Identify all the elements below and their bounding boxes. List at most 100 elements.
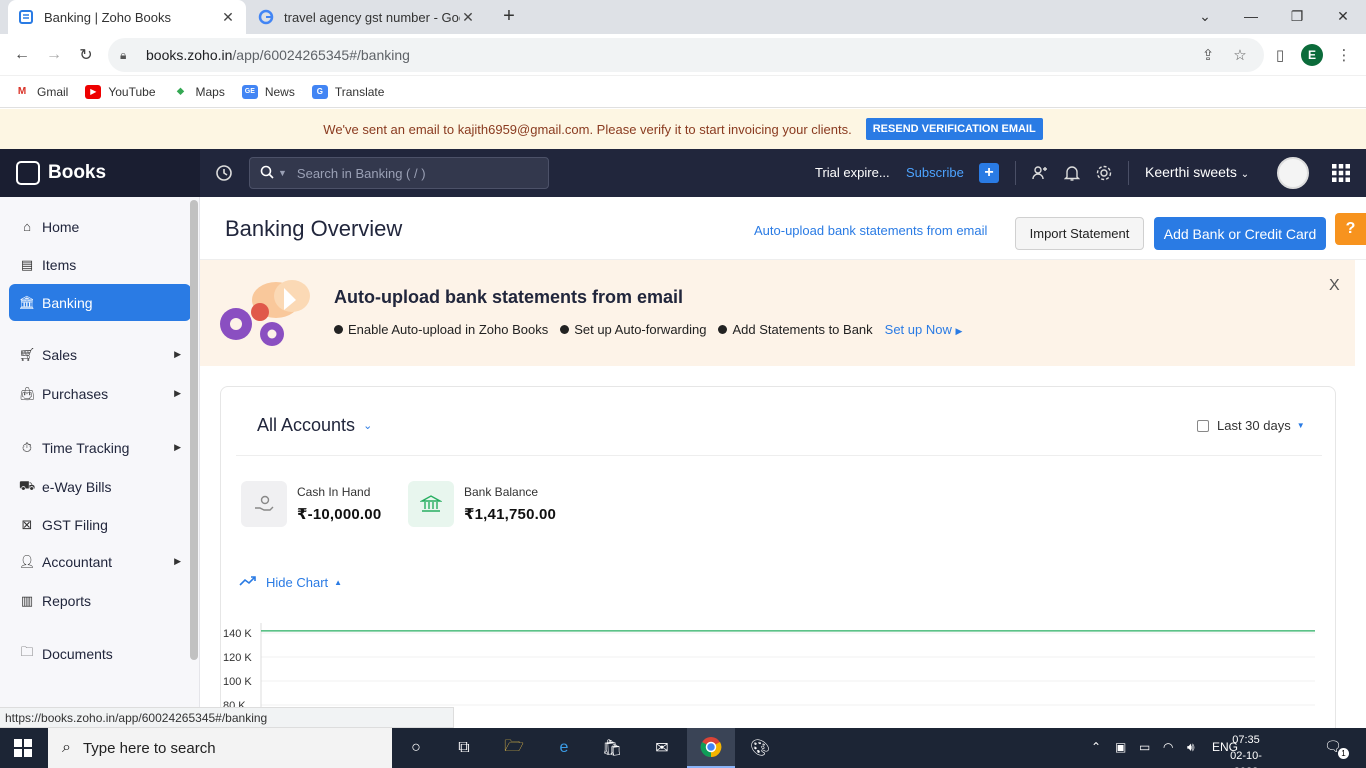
user-avatar[interactable] [1277, 157, 1309, 189]
cart-icon: 🛒︎ [18, 346, 36, 362]
reload-icon[interactable]: ↻ [74, 43, 98, 67]
bookmark-youtube[interactable]: ▶ YouTube [85, 84, 156, 99]
bank-building-icon [408, 481, 454, 527]
wifi-icon[interactable]: ◠ [1163, 740, 1173, 754]
cash-in-hand-summary[interactable]: Cash In Hand ₹-10,000.00 [241, 481, 381, 527]
taskbar-search-input[interactable]: ⌕ Type here to search [48, 728, 392, 768]
file-explorer-icon[interactable]: 🗁 [502, 736, 526, 760]
bookmark-star-icon[interactable]: ☆ [1230, 45, 1250, 65]
bookmark-maps[interactable]: ⬥ Maps [173, 85, 225, 99]
recent-history-icon[interactable] [214, 163, 234, 183]
chrome-taskbar-icon[interactable] [687, 728, 735, 768]
quick-create-plus-icon[interactable]: + [979, 163, 999, 183]
address-bar[interactable]: 🔒︎ books.zoho.in/app/60024265345#/bankin… [108, 38, 1264, 72]
banking-search-input[interactable]: ▼ Search in Banking ( / ) [249, 157, 549, 189]
bookmark-label: YouTube [108, 84, 156, 99]
app-launcher-grid-icon[interactable] [1331, 163, 1351, 183]
period-dropdown[interactable]: Last 30 days ▼ [1197, 418, 1305, 433]
task-view-icon[interactable]: ⧉ [452, 736, 476, 760]
refer-users-icon[interactable] [1030, 163, 1050, 183]
microsoft-store-icon[interactable]: 🛍︎ [600, 736, 624, 760]
share-icon[interactable]: ⇪ [1198, 45, 1218, 65]
sidebar-item-reports[interactable]: ▥ Reports [9, 582, 191, 619]
bookmark-news[interactable]: GE News [241, 84, 295, 99]
tab-zoho-banking[interactable]: Banking | Zoho Books ✕ [8, 0, 246, 34]
close-tab-icon[interactable]: ✕ [220, 9, 236, 26]
setup-now-link[interactable]: Set up Now ▶ [885, 322, 963, 337]
forward-icon[interactable]: → [42, 43, 66, 67]
new-tab-button[interactable]: + [498, 6, 520, 28]
back-icon[interactable]: ← [10, 43, 34, 67]
sidebar-item-documents[interactable]: 🗀 Documents [9, 635, 191, 672]
import-statement-button[interactable]: Import Statement [1015, 217, 1144, 250]
chevron-up-icon[interactable]: ⌃ [1091, 740, 1101, 754]
close-window-icon[interactable]: ✕ [1320, 0, 1366, 32]
bookmark-translate[interactable]: G Translate [311, 84, 384, 99]
sidebar-item-purchases[interactable]: 👜︎ Purchases ▶ [9, 375, 191, 412]
bookmark-gmail[interactable]: M Gmail [14, 85, 69, 99]
sidebar-item-label: Reports [42, 592, 92, 609]
organization-switcher[interactable]: Keerthi sweets ⌄ [1145, 164, 1249, 180]
sidebar-item-items[interactable]: ▤ Items [9, 246, 191, 283]
help-button[interactable]: ? [1335, 213, 1366, 245]
home-icon: ⌂ [23, 219, 31, 234]
card-divider [236, 455, 1322, 456]
y-tick-label: 140 K [223, 628, 252, 640]
sidebar-item-gst-filing[interactable]: ⊠ GST Filing [9, 506, 191, 543]
meet-now-icon[interactable]: ▣ [1115, 740, 1126, 754]
chevron-right-icon: ▶ [174, 556, 181, 566]
chevron-down-icon[interactable]: ▼ [278, 168, 287, 178]
books-logo-icon [16, 161, 40, 185]
minimize-window-icon[interactable]: — [1228, 0, 1274, 32]
sidebar-item-label: GST Filing [42, 516, 108, 533]
paint-icon[interactable]: 🎨︎ [748, 736, 772, 760]
side-panel-icon[interactable]: ▯ [1270, 45, 1290, 65]
sidebar-item-time-tracking[interactable]: ⏱︎ Time Tracking ▶ [9, 429, 191, 466]
search-placeholder: Search in Banking ( / ) [296, 165, 426, 181]
zoho-books-favicon [18, 9, 34, 25]
close-tab-icon[interactable]: ✕ [460, 9, 476, 26]
trial-status[interactable]: Trial expire... [815, 165, 890, 180]
link-status-bubble: https://books.zoho.in/app/60024265345#/b… [0, 707, 454, 728]
volume-icon[interactable]: 🔊︎ [1187, 740, 1195, 755]
sidebar-item-home[interactable]: ⌂ Home [9, 208, 191, 245]
chevron-right-icon: ▶ [174, 442, 181, 452]
hide-chart-toggle[interactable]: Hide Chart ▲ [239, 575, 342, 590]
bookmark-label: News [264, 84, 295, 99]
sidebar-item-eway-bills[interactable]: ⛟ e-Way Bills [9, 468, 191, 505]
gmail-icon: M [17, 86, 27, 97]
tab-search-icon[interactable]: ⌄ [1182, 0, 1228, 32]
cortana-circle-icon[interactable]: ○ [404, 736, 428, 760]
sidebar-item-label: Purchases [42, 385, 109, 402]
sidebar-nav: ⌂ Home ▤ Items 🏛︎ Banking 🛒︎ Sales ▶ 👜︎ … [0, 197, 200, 728]
account-selector-dropdown[interactable]: All Accounts ⌄ [257, 415, 372, 436]
app-header: Books ▼ Search in Banking ( / ) Trial ex… [0, 149, 1366, 197]
books-brand[interactable]: Books [0, 149, 200, 197]
sidebar-item-sales[interactable]: 🛒︎ Sales ▶ [9, 336, 191, 373]
accounts-overview-card: All Accounts ⌄ Last 30 days ▼ Cash In Ha… [220, 386, 1336, 746]
tab-google-search[interactable]: travel agency gst number - Goo ✕ [248, 0, 486, 34]
add-bank-button[interactable]: Add Bank or Credit Card [1154, 217, 1326, 250]
sidebar-item-label: e-Way Bills [42, 478, 112, 495]
resend-verification-button[interactable]: RESEND VERIFICATION EMAIL [865, 118, 1043, 140]
chrome-menu-icon[interactable]: ⋮ [1334, 45, 1354, 65]
battery-icon[interactable]: ▭ [1139, 740, 1150, 754]
settings-gear-icon[interactable] [1094, 163, 1114, 183]
sidebar-item-accountant[interactable]: 👤︎ Accountant ▶ [9, 543, 191, 580]
auto-upload-link[interactable]: Auto-upload bank statements from email [754, 223, 987, 238]
taskbar-clock[interactable]: 07:35 02-10-2023 [1218, 732, 1274, 768]
bank-balance-summary[interactable]: Bank Balance ₹1,41,750.00 [408, 481, 556, 527]
restore-window-icon[interactable]: ❐ [1274, 0, 1320, 32]
subscribe-link[interactable]: Subscribe [906, 165, 964, 180]
profile-avatar[interactable]: E [1301, 44, 1323, 66]
close-promo-button[interactable]: X [1329, 277, 1340, 295]
sidebar-item-banking[interactable]: 🏛︎ Banking [9, 284, 191, 321]
mail-icon[interactable]: ✉ [650, 736, 674, 760]
notifications-bell-icon[interactable] [1062, 163, 1082, 183]
caret-down-icon: ▼ [1296, 421, 1305, 430]
sidebar-scrollbar[interactable] [190, 200, 198, 660]
edge-browser-icon[interactable]: e [552, 736, 576, 760]
account-selector-label: All Accounts [257, 415, 356, 435]
translate-icon: G [311, 84, 328, 99]
windows-start-icon[interactable] [14, 739, 32, 757]
